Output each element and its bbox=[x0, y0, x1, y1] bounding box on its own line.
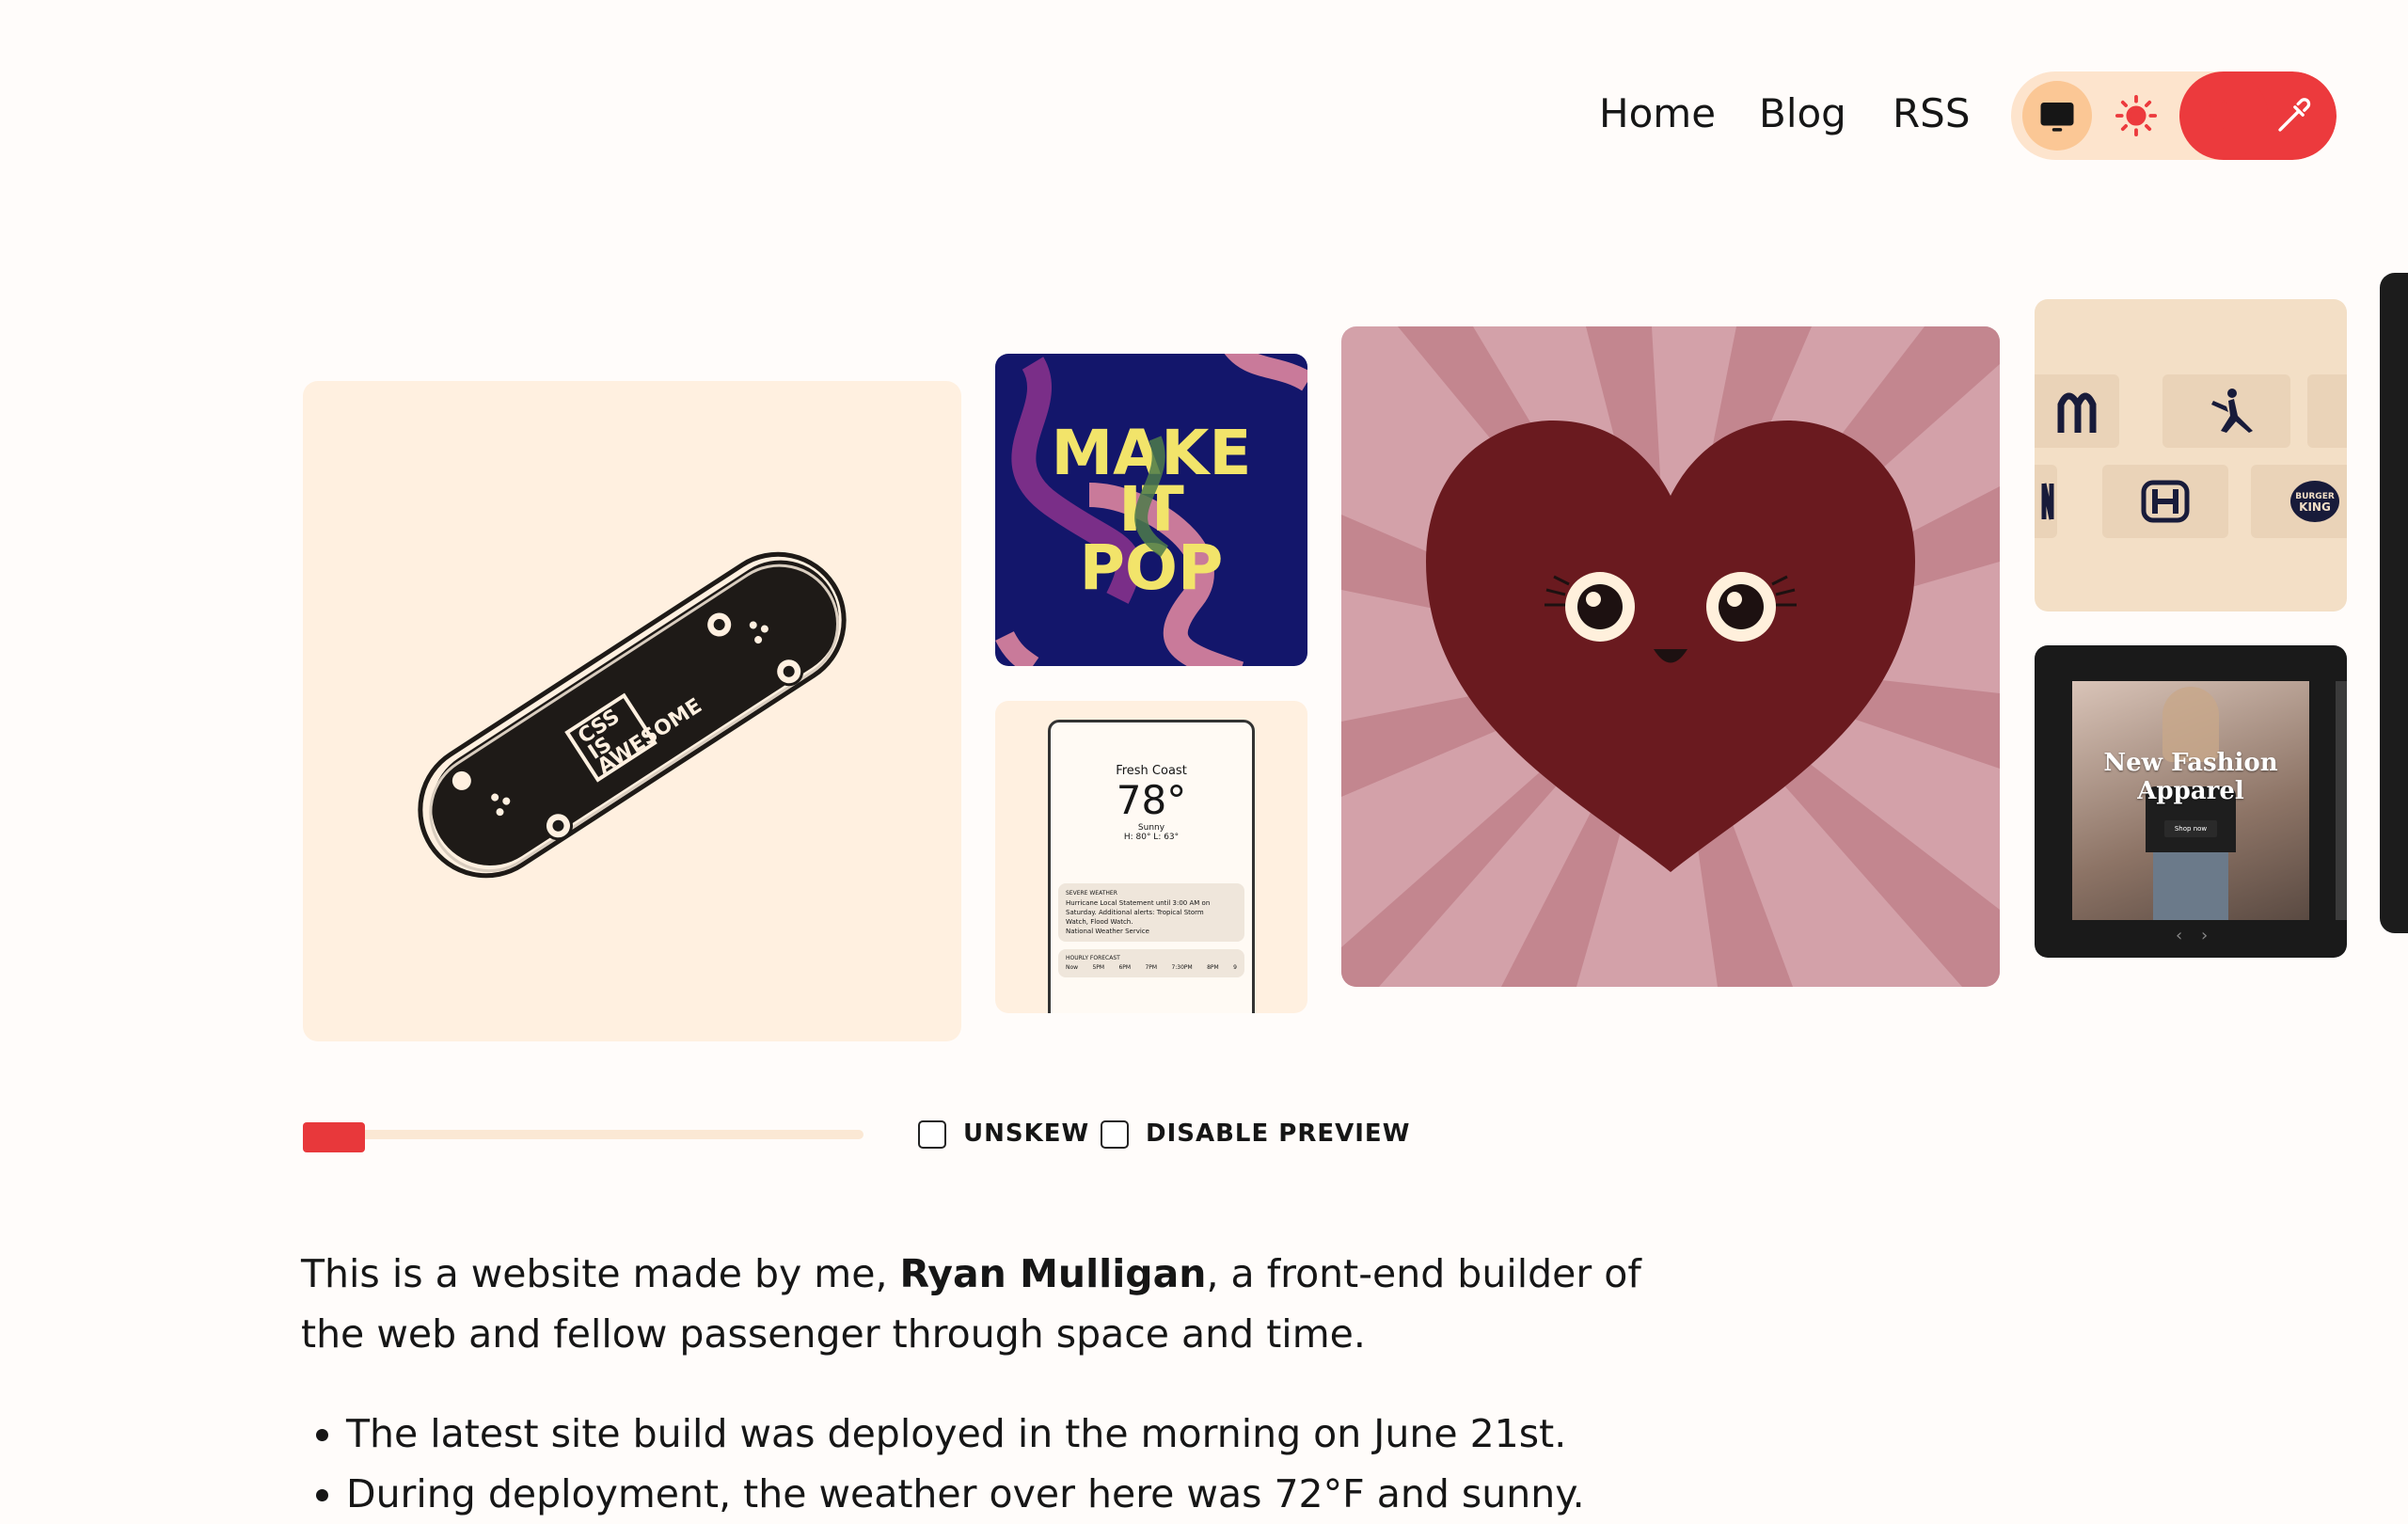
intro-text: This is a website made by me, bbox=[301, 1251, 900, 1296]
forecast-time: 9 bbox=[1233, 964, 1237, 971]
alert-line: Saturday. Additional alerts: Tropical St… bbox=[1066, 909, 1204, 916]
forecast-time: 7:30PM bbox=[1171, 964, 1193, 971]
list-item: During deployment, the weather over here… bbox=[346, 1464, 1851, 1524]
alert-title: SEVERE WEATHER bbox=[1066, 890, 1117, 897]
unskew-label[interactable]: UNSKEW bbox=[963, 1119, 1089, 1148]
list-item: The latest site build was deployed in th… bbox=[346, 1404, 1851, 1464]
theme-switcher bbox=[2011, 71, 2337, 160]
jumpman-logo-icon bbox=[2211, 389, 2253, 433]
brand-logos: BURGER KING bbox=[2041, 389, 2339, 523]
card-brand-logos[interactable]: BURGER KING bbox=[2035, 299, 2347, 611]
weather-alert: SEVERE WEATHER Hurricane Local Statement… bbox=[1058, 883, 1244, 942]
model-jeans bbox=[2153, 852, 2228, 920]
eyedropper-icon bbox=[2278, 98, 2311, 132]
forecast-time: Now bbox=[1066, 964, 1079, 971]
system-theme-button[interactable] bbox=[2022, 81, 2092, 151]
heart-character-illustration bbox=[1341, 326, 2000, 987]
svg-text:KING: KING bbox=[2299, 500, 2331, 514]
weather-hilo: H: 80° L: 63° bbox=[1123, 833, 1180, 842]
burger-king-logo-icon: BURGER KING bbox=[2290, 481, 2339, 522]
next-slide-peek bbox=[2336, 681, 2347, 920]
nav-link-rss[interactable]: RSS bbox=[1893, 90, 1971, 136]
honda-logo-icon bbox=[2141, 480, 2190, 523]
sun-icon bbox=[2115, 94, 2158, 137]
forecast-time: 8PM bbox=[1207, 964, 1219, 971]
card-fashion-carousel[interactable]: New Fashion Apparel Shop now ‹ › bbox=[2035, 645, 2347, 958]
card-make-it-pop[interactable]: MAKE IT POP bbox=[995, 354, 1307, 666]
monitor-icon bbox=[2040, 103, 2074, 132]
carousel-pager: ‹ › bbox=[2176, 926, 2208, 945]
disable-preview-label[interactable]: DISABLE PREVIEW bbox=[1146, 1119, 1410, 1148]
carousel-prev-icon[interactable]: ‹ bbox=[2176, 926, 2182, 945]
fashion-photo: New Fashion Apparel Shop now bbox=[2072, 681, 2309, 920]
gallery-scroll-slider-track[interactable] bbox=[303, 1130, 863, 1139]
mcdonalds-logo-icon bbox=[2057, 392, 2097, 433]
weather-temp: 78° bbox=[1116, 777, 1187, 823]
nav-link-home[interactable]: Home bbox=[1599, 90, 1716, 136]
weather-location: Fresh Coast bbox=[1116, 764, 1187, 778]
fashion-title: New Fashion Apparel bbox=[2103, 749, 2278, 805]
nav-link-blog[interactable]: Blog bbox=[1759, 90, 1846, 136]
forecast-time: 7PM bbox=[1145, 964, 1158, 971]
weather-condition: Sunny bbox=[1137, 823, 1165, 833]
custom-theme-button[interactable] bbox=[2259, 81, 2329, 151]
skateboard-illustration: CSS IS AWESOME bbox=[418, 551, 847, 879]
dark-theme-button[interactable] bbox=[2180, 81, 2250, 151]
moon-stars-icon bbox=[2200, 99, 2233, 131]
card-skateboard[interactable]: CSS IS AWESOME bbox=[303, 381, 961, 1041]
make-it-pop-artwork: MAKE IT POP bbox=[995, 354, 1307, 666]
carousel-next-icon[interactable]: › bbox=[2201, 926, 2208, 945]
alert-source: National Weather Service bbox=[1066, 928, 1149, 935]
card-weather[interactable]: Fresh Coast 78° Sunny H: 80° L: 63° SEVE… bbox=[995, 701, 1307, 1013]
netflix-logo-icon bbox=[2041, 483, 2054, 520]
hourly-forecast: HOURLY FORECAST Now 5PM 6PM 7PM 7:30PM 8… bbox=[1058, 949, 1244, 977]
page-scrollbar[interactable] bbox=[2380, 273, 2408, 933]
unskew-checkbox[interactable] bbox=[918, 1120, 946, 1149]
forecast-title: HOURLY FORECAST bbox=[1066, 955, 1120, 961]
disable-preview-checkbox[interactable] bbox=[1101, 1120, 1129, 1149]
author-name: Ryan Mulligan bbox=[899, 1251, 1207, 1296]
alert-line: Watch, Flood Watch. bbox=[1066, 918, 1133, 926]
intro-paragraph: This is a website made by me, Ryan Mulli… bbox=[301, 1244, 1646, 1364]
shop-now-button[interactable]: Shop now bbox=[2164, 820, 2217, 837]
phone-mockup: Fresh Coast 78° Sunny H: 80° L: 63° SEVE… bbox=[1048, 720, 1255, 1013]
forecast-time: 6PM bbox=[1118, 964, 1132, 971]
site-facts-list: The latest site build was deployed in th… bbox=[301, 1404, 1851, 1524]
card-heart[interactable] bbox=[1341, 326, 2000, 987]
light-theme-button[interactable] bbox=[2101, 81, 2171, 151]
alert-line: Hurricane Local Statement until 3:00 AM … bbox=[1066, 899, 1211, 907]
forecast-time: 5PM bbox=[1092, 964, 1105, 971]
gallery-scroll-slider-thumb[interactable] bbox=[303, 1122, 365, 1152]
